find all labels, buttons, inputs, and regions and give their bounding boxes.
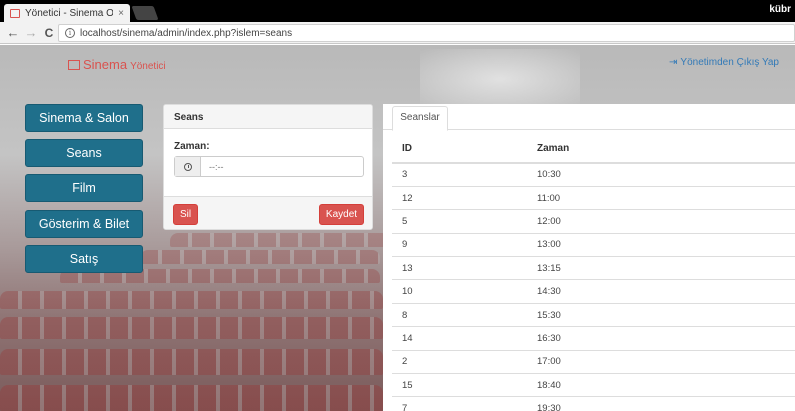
table-row[interactable]: 3 10:30 [392, 162, 795, 187]
logout-icon: ⇥ [669, 57, 678, 68]
logout-link[interactable]: ⇥ Yönetimden Çıkış Yap [669, 57, 779, 68]
table-header-row: ID Zaman [392, 135, 795, 164]
cell-time: 19:30 [537, 396, 795, 411]
table-row[interactable]: 10 14:30 [392, 279, 795, 304]
menu-button-satis[interactable]: Satış [25, 245, 143, 273]
background-seats [140, 250, 380, 264]
table-row[interactable]: 14 16:30 [392, 326, 795, 351]
cell-id: 10 [392, 279, 537, 304]
reload-icon[interactable]: C [42, 25, 56, 41]
cell-id: 9 [392, 232, 537, 257]
cell-time: 17:00 [537, 349, 795, 374]
brand-subtitle: Yönetici [130, 61, 166, 72]
clock-icon [183, 162, 192, 171]
favicon-icon [10, 8, 20, 18]
cell-id: 14 [392, 326, 537, 351]
tab-bar: Seanslar [383, 104, 795, 131]
film-icon [68, 60, 80, 70]
menu-button-film[interactable]: Film [25, 174, 143, 202]
menu-button-sinema-salon[interactable]: Sinema & Salon [25, 104, 143, 132]
profile-label[interactable]: kübr [769, 4, 791, 15]
browser-toolbar: ← → C i localhost/sinema/admin/index.php… [0, 22, 795, 44]
cell-id: 8 [392, 302, 537, 327]
logout-label: Yönetimden Çıkış Yap [680, 57, 779, 68]
cell-time: 15:30 [537, 302, 795, 327]
browser-tab-title: Yönetici - Sinema Otoma [25, 7, 114, 19]
new-tab-button[interactable] [131, 6, 159, 20]
cell-id: 15 [392, 373, 537, 397]
cell-id: 3 [392, 162, 537, 187]
time-label: Zaman: [174, 141, 210, 152]
background-light [420, 49, 580, 109]
table-row[interactable]: 15 18:40 [392, 373, 795, 397]
tab-close-icon[interactable]: × [118, 8, 124, 19]
table-row[interactable]: 5 12:00 [392, 209, 795, 234]
column-header-time: Zaman [537, 135, 795, 164]
column-header-id: ID [392, 135, 537, 164]
background-seats [0, 385, 383, 411]
background-seats [0, 291, 383, 309]
cell-id: 7 [392, 396, 537, 411]
forward-arrow-icon[interactable]: → [24, 25, 38, 41]
cell-time: 13:15 [537, 256, 795, 280]
sessions-panel: Seanslar ID Zaman 3 10:30 12 11:00 5 12:00 … [383, 104, 795, 411]
browser-tab[interactable]: Yönetici - Sinema Otoma × [4, 4, 130, 22]
url-text[interactable]: localhost/sinema/admin/index.php?islem=s… [80, 28, 292, 39]
cell-id: 12 [392, 185, 537, 210]
cell-id: 13 [392, 256, 537, 280]
cell-id: 2 [392, 349, 537, 374]
background-seats [0, 349, 383, 375]
table-row[interactable]: 2 17:00 [392, 349, 795, 374]
tab-seanslar[interactable]: Seanslar [392, 106, 448, 131]
cell-id: 5 [392, 209, 537, 234]
table-row[interactable]: 12 11:00 [392, 185, 795, 210]
info-icon[interactable]: i [65, 28, 75, 38]
menu-button-gosterim-bilet[interactable]: Gösterim & Bilet [25, 210, 143, 238]
address-bar[interactable]: i localhost/sinema/admin/index.php?islem… [58, 24, 795, 42]
seans-form-panel: Seans Zaman: Sil Kaydet [163, 104, 373, 230]
cell-time: 18:40 [537, 373, 795, 397]
menu-button-seans[interactable]: Seans [25, 139, 143, 167]
brand-logo[interactable]: Sinema Yönetici [68, 57, 166, 72]
brand-name: Sinema [83, 57, 128, 72]
save-button[interactable]: Kaydet [319, 204, 364, 225]
cell-time: 12:00 [537, 209, 795, 234]
cell-time: 14:30 [537, 279, 795, 304]
cell-time: 10:30 [537, 162, 795, 187]
time-input[interactable] [201, 157, 363, 176]
time-input-group [174, 156, 364, 177]
table-row[interactable]: 9 13:00 [392, 232, 795, 257]
delete-button[interactable]: Sil [173, 204, 198, 225]
panel-title: Seans [164, 105, 372, 129]
sessions-table: ID Zaman 3 10:30 12 11:00 5 12:00 9 13:00 13… [392, 135, 795, 411]
page-background: Sinema Yönetici ⇥ Yönetimden Çıkış Yap S… [0, 45, 795, 411]
back-arrow-icon[interactable]: ← [6, 25, 20, 41]
clock-addon [175, 157, 201, 176]
background-seats [170, 233, 390, 247]
cell-time: 13:00 [537, 232, 795, 257]
table-row[interactable]: 13 13:15 [392, 256, 795, 280]
table-row[interactable]: 7 19:30 [392, 396, 795, 411]
cell-time: 16:30 [537, 326, 795, 351]
panel-footer: Sil Kaydet [164, 196, 372, 229]
table-row[interactable]: 8 15:30 [392, 302, 795, 327]
cell-time: 11:00 [537, 185, 795, 210]
browser-tab-strip: Yönetici - Sinema Otoma × kübr [0, 0, 795, 22]
background-seats [0, 317, 383, 339]
